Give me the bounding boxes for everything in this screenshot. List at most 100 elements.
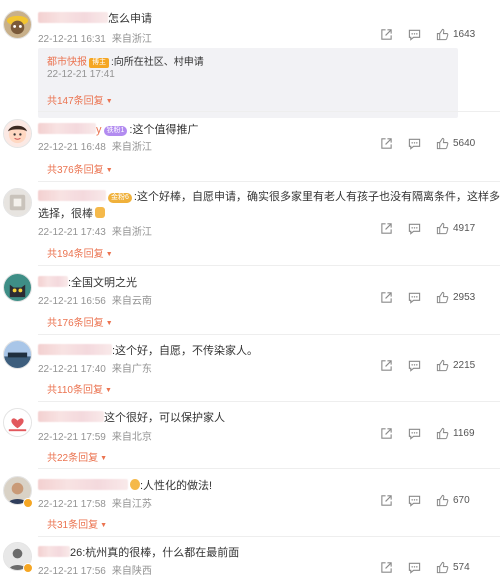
verified-badge-icon bbox=[23, 563, 33, 573]
comment-time: 22-12-21 17:40 bbox=[38, 364, 106, 375]
like-button[interactable]: 4917 bbox=[436, 222, 475, 236]
username-obscured[interactable] bbox=[38, 12, 108, 23]
nested-reply-author[interactable]: 都市快报 bbox=[47, 57, 87, 68]
comment-meta: 22-12-21 16:56 来自云南 bbox=[38, 292, 158, 307]
share-icon bbox=[381, 223, 392, 234]
comment-icon bbox=[408, 223, 421, 235]
comment-location: 来自浙江 bbox=[111, 142, 152, 153]
comment-line: :这个好，自愿，不传染家人。 bbox=[38, 342, 258, 358]
like-button[interactable]: 1169 bbox=[436, 427, 475, 441]
comment-text: :这个好，自愿，不传染家人。 bbox=[112, 345, 259, 357]
comment-location: 来自浙江 bbox=[111, 227, 152, 238]
comment-button[interactable] bbox=[408, 427, 421, 441]
fan-badge: 金粉6 bbox=[108, 193, 132, 203]
like-button[interactable]: 2215 bbox=[436, 359, 475, 373]
thumbs-up-icon bbox=[436, 359, 449, 372]
nested-reply[interactable]: 都市快报 博主:向所在社区、村申请 22-12-21 17:41 共147条回复 ▼ bbox=[38, 48, 458, 118]
comment-icon bbox=[408, 292, 421, 304]
share-icon bbox=[381, 360, 392, 371]
avatar[interactable] bbox=[3, 340, 32, 369]
comment-text: :这个值得推广 bbox=[129, 124, 199, 136]
username-suffix[interactable]: y bbox=[96, 124, 102, 136]
share-button[interactable] bbox=[380, 291, 393, 305]
comment-button[interactable] bbox=[408, 494, 421, 508]
comment-meta: 22-12-21 17:59 来自北京 bbox=[38, 428, 158, 443]
like-button[interactable]: 5640 bbox=[436, 137, 475, 151]
thumbs-up-icon bbox=[436, 137, 449, 150]
comment-location: 来自广东 bbox=[111, 364, 152, 375]
avatar[interactable] bbox=[3, 408, 32, 437]
comment-icon bbox=[408, 428, 421, 440]
share-button[interactable] bbox=[380, 28, 393, 42]
view-replies-link[interactable]: 共194条回复 ▼ bbox=[47, 245, 113, 260]
share-button[interactable] bbox=[380, 494, 393, 508]
divider bbox=[38, 536, 500, 537]
like-count: 4917 bbox=[453, 223, 476, 234]
share-icon bbox=[381, 292, 392, 303]
chevron-down-icon: ▼ bbox=[100, 455, 108, 462]
comment-button[interactable] bbox=[408, 28, 421, 42]
share-button[interactable] bbox=[380, 137, 393, 151]
username-obscured[interactable] bbox=[38, 546, 70, 557]
thumbs-up-icon bbox=[436, 561, 449, 574]
view-replies-link[interactable]: 共110条回复 ▼ bbox=[47, 381, 112, 396]
like-button[interactable]: 574 bbox=[436, 561, 470, 575]
comment-button[interactable] bbox=[408, 561, 421, 575]
avatar[interactable] bbox=[3, 188, 32, 217]
username-obscured[interactable] bbox=[38, 190, 106, 201]
view-replies-link[interactable]: 共376条回复 ▼ bbox=[47, 161, 113, 176]
comment-icon bbox=[408, 138, 421, 150]
comment-location: 来自北京 bbox=[111, 432, 152, 443]
comment-icon bbox=[408, 29, 421, 41]
like-button[interactable]: 1643 bbox=[436, 28, 475, 42]
comment-meta: 22-12-21 16:31 来自浙江 bbox=[38, 30, 158, 45]
view-replies-link[interactable]: 共22条回复 ▼ bbox=[47, 449, 107, 464]
nested-reply-time: 22-12-21 17:41 bbox=[47, 69, 115, 80]
avatar[interactable] bbox=[3, 10, 32, 39]
username-obscured[interactable] bbox=[38, 123, 96, 134]
avatar[interactable] bbox=[3, 273, 32, 302]
share-button[interactable] bbox=[380, 222, 393, 236]
avatar-image bbox=[4, 274, 31, 301]
comment-button[interactable] bbox=[408, 137, 421, 151]
view-replies-link[interactable]: 共31条回复 ▼ bbox=[47, 516, 107, 531]
comment-line: 这个很好，可以保护家人 bbox=[38, 409, 225, 425]
comment-button[interactable] bbox=[408, 222, 421, 236]
comment-text: :全国文明之光 bbox=[68, 277, 138, 289]
username-obscured[interactable] bbox=[38, 344, 112, 355]
replies-count: 共22条回复 bbox=[47, 453, 99, 464]
comment-meta: 22-12-21 16:48 来自浙江 bbox=[38, 138, 158, 153]
share-button[interactable] bbox=[380, 427, 393, 441]
like-button[interactable]: 2953 bbox=[436, 291, 475, 305]
comment-actions: 1169 bbox=[380, 427, 500, 441]
comment-location: 来自云南 bbox=[111, 296, 152, 307]
chevron-down-icon: ▼ bbox=[104, 387, 112, 394]
avatar[interactable] bbox=[3, 119, 32, 148]
view-replies-link[interactable]: 共147条回复 ▼ bbox=[47, 92, 113, 107]
comment-line: 26:杭州真的很棒，什么都在最前面 bbox=[38, 544, 239, 560]
share-icon bbox=[381, 562, 392, 573]
comment-text: :人性化的做法! bbox=[140, 480, 213, 492]
comment-button[interactable] bbox=[408, 291, 421, 305]
username-obscured[interactable] bbox=[38, 276, 68, 287]
comment-time: 22-12-21 17:58 bbox=[38, 499, 106, 510]
share-button[interactable] bbox=[380, 561, 393, 575]
comment-actions: 2953 bbox=[380, 291, 500, 305]
comment-line: 怎么申请 bbox=[38, 10, 152, 26]
like-button[interactable]: 670 bbox=[436, 494, 470, 508]
share-button[interactable] bbox=[380, 359, 393, 373]
comment-text: 26:杭州真的很棒，什么都在最前面 bbox=[70, 547, 240, 559]
username-obscured[interactable] bbox=[38, 411, 104, 422]
comment-icon bbox=[408, 495, 421, 507]
divider bbox=[38, 334, 500, 335]
replies-count: 共176条回复 bbox=[47, 318, 104, 329]
view-replies-link[interactable]: 共176条回复 ▼ bbox=[47, 314, 113, 329]
thumbs-up-icon bbox=[436, 494, 449, 507]
chevron-down-icon: ▼ bbox=[105, 167, 113, 174]
emoji-icon bbox=[130, 479, 140, 490]
replies-count: 共194条回复 bbox=[47, 249, 104, 260]
comment-button[interactable] bbox=[408, 359, 421, 373]
share-icon bbox=[381, 428, 392, 439]
username-obscured[interactable] bbox=[38, 479, 128, 490]
avatar-image bbox=[4, 189, 31, 216]
